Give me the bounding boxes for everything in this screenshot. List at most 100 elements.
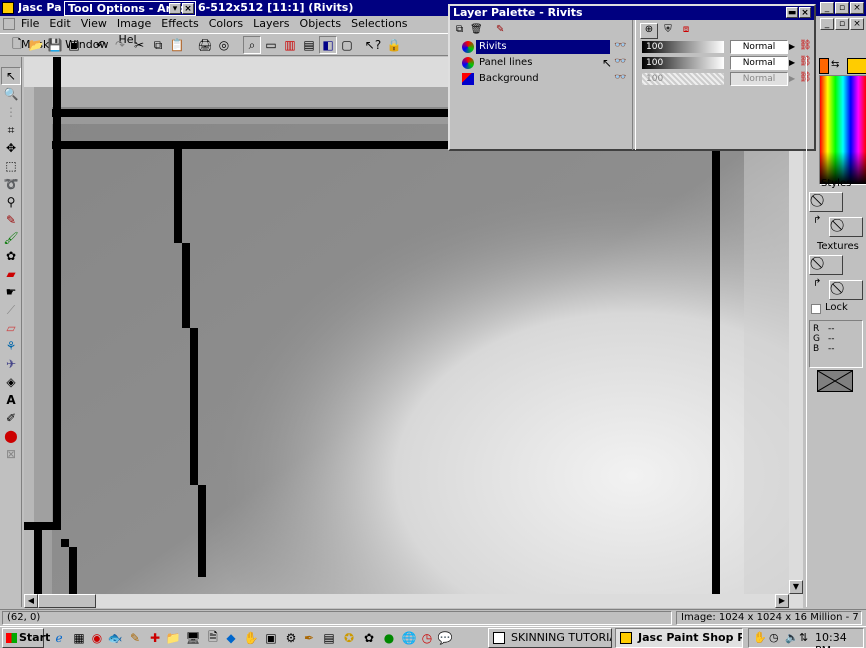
foreground-texture-button[interactable]: ⃠: [809, 255, 843, 275]
layer-visibility-icon[interactable]: 👓: [614, 56, 626, 67]
minimize-button[interactable]: _: [820, 2, 834, 14]
full-screen-icon[interactable]: 🔒: [385, 36, 403, 54]
picture-tube-tool-icon[interactable]: ⚘: [1, 337, 21, 355]
toggle-toolbar-icon[interactable]: ▭: [262, 36, 280, 54]
tab-mask[interactable]: ⛨: [660, 24, 676, 38]
layer-blend-mode[interactable]: Normal: [730, 56, 788, 70]
cut-icon[interactable]: ✂: [130, 36, 148, 54]
quicklaunch-frog-icon[interactable]: ●: [380, 629, 398, 647]
swap-colors-icon[interactable]: ⇆: [831, 59, 845, 70]
toggle-overview-icon[interactable]: ▢: [338, 36, 356, 54]
tool-options-close-button[interactable]: ×: [182, 3, 194, 14]
magic-wand-tool-icon[interactable]: ⚲: [1, 193, 21, 211]
clock[interactable]: 10:34 PM: [815, 631, 863, 648]
quicklaunch-globe-icon[interactable]: 🌐: [400, 629, 418, 647]
save-icon[interactable]: 💾: [46, 36, 64, 54]
task-paint-shop-pro[interactable]: Jasc Paint Shop Pr...: [615, 628, 743, 648]
preset-shapes-tool-icon[interactable]: ⬤: [1, 427, 21, 445]
horizontal-scrollbar[interactable]: ◀ ▶: [24, 594, 803, 608]
layer-palette-close-button[interactable]: ×: [799, 7, 811, 18]
dropper-tool-icon[interactable]: ✎: [1, 211, 21, 229]
paintbrush-tool-icon[interactable]: 🖌: [1, 229, 21, 247]
quicklaunch-chat-icon[interactable]: 💬: [436, 629, 454, 647]
quicklaunch-box-icon[interactable]: ▤: [320, 629, 338, 647]
quicklaunch-diamond-icon[interactable]: ◆: [222, 629, 240, 647]
doc-minimize-button[interactable]: _: [820, 18, 834, 30]
quicklaunch-desktop-icon[interactable]: ▦: [70, 629, 88, 647]
retouch-tool-icon[interactable]: ☛: [1, 283, 21, 301]
layer-name[interactable]: Background: [476, 72, 610, 86]
layer-name[interactable]: Rivits: [476, 40, 610, 54]
quicklaunch-ie-icon[interactable]: ℯ: [50, 629, 68, 647]
doc-close-button[interactable]: ×: [850, 18, 864, 30]
blend-dropdown-arrow-icon[interactable]: ▶: [789, 56, 797, 70]
tray-network-icon[interactable]: ⇅: [799, 631, 808, 644]
menu-layers[interactable]: Layers: [248, 16, 294, 32]
menu-colors[interactable]: Colors: [204, 16, 248, 32]
layer-row[interactable]: Rivits 👓 100 Normal ▶ ⛓: [454, 40, 812, 55]
foreground-swatch[interactable]: [819, 58, 829, 74]
layer-visibility-icon[interactable]: 👓: [614, 72, 626, 83]
clone-brush-tool-icon[interactable]: ✿: [1, 247, 21, 265]
selection-tool-icon[interactable]: ⬚: [1, 157, 21, 175]
menu-selections[interactable]: Selections: [346, 16, 412, 32]
arrow-tool-icon[interactable]: ↖: [1, 67, 21, 85]
quicklaunch-folder-icon[interactable]: 📁: [164, 629, 182, 647]
lasso-tool-icon[interactable]: ➰: [1, 175, 21, 193]
scroll-left-button[interactable]: ◀: [24, 594, 38, 608]
quicklaunch-pen-icon[interactable]: ✒: [300, 629, 318, 647]
tool-options-rollup-button[interactable]: ▾: [169, 3, 181, 14]
zoom-tool-icon[interactable]: 🔍: [1, 85, 21, 103]
new-layer-icon[interactable]: ⧉: [456, 24, 468, 36]
layer-visibility-icon[interactable]: 👓: [614, 40, 626, 51]
blend-dropdown-arrow-icon[interactable]: ▶: [789, 40, 797, 54]
quicklaunch-gear-icon[interactable]: ⚙: [282, 629, 300, 647]
start-button[interactable]: Start: [2, 628, 50, 648]
quicklaunch-hand-icon[interactable]: ✋: [242, 629, 260, 647]
quicklaunch-monitor-icon[interactable]: ▣: [262, 629, 280, 647]
swap-textures-icon[interactable]: ↱: [813, 278, 821, 289]
tool-options-titlebar[interactable]: Tool Options - Arrow ▾ ×: [64, 1, 196, 16]
background-texture-button[interactable]: ⃠: [829, 280, 863, 300]
tab-group[interactable]: ⧈: [678, 24, 694, 38]
layer-blend-mode[interactable]: Normal: [730, 40, 788, 54]
tray-clock-icon[interactable]: ◷: [769, 631, 779, 644]
help-pointer-icon[interactable]: ↖?: [364, 36, 382, 54]
layer-palette-rollup-button[interactable]: ▬: [786, 7, 798, 18]
quicklaunch-star-icon[interactable]: ✪: [340, 629, 358, 647]
quicklaunch-fish-icon[interactable]: 🐟: [106, 629, 124, 647]
browse-icon[interactable]: ◎: [215, 36, 233, 54]
menu-view[interactable]: View: [76, 16, 112, 32]
save-as-icon[interactable]: ▣: [65, 36, 83, 54]
text-tool-icon[interactable]: A: [1, 391, 21, 409]
layer-properties-icon[interactable]: ✎: [496, 24, 508, 36]
scratch-remover-tool-icon[interactable]: ⟋: [1, 301, 21, 319]
draw-tool-icon[interactable]: ✐: [1, 409, 21, 427]
scroll-right-button[interactable]: ▶: [775, 594, 789, 608]
tray-volume-icon[interactable]: 🔈: [785, 631, 799, 644]
toggle-tool-options-icon[interactable]: ⌕: [243, 36, 261, 54]
paste-icon[interactable]: 📋: [168, 36, 186, 54]
menu-image[interactable]: Image: [112, 16, 156, 32]
quicklaunch-computer-icon[interactable]: 🖥: [184, 629, 202, 647]
layer-lock-icon[interactable]: ⛓: [799, 40, 812, 54]
quicklaunch-paint-icon[interactable]: ✿: [360, 629, 378, 647]
open-file-icon[interactable]: 📂: [27, 36, 45, 54]
quicklaunch-clock-icon[interactable]: ◷: [418, 629, 436, 647]
quicklaunch-pin-icon[interactable]: ✎: [126, 629, 144, 647]
print-icon[interactable]: 🖨: [196, 36, 214, 54]
quicklaunch-cross-icon[interactable]: ✚: [146, 629, 164, 647]
airbrush-tool-icon[interactable]: ✈: [1, 355, 21, 373]
task-skinning-tutorial[interactable]: SKINNING TUTORIAL ...: [488, 628, 612, 648]
layer-name[interactable]: Panel lines: [476, 56, 610, 70]
close-button[interactable]: ×: [850, 2, 864, 14]
flood-fill-tool-icon[interactable]: ◈: [1, 373, 21, 391]
menu-file[interactable]: File: [16, 16, 44, 32]
color-replacer-tool-icon[interactable]: ▰: [1, 265, 21, 283]
background-swatch[interactable]: [847, 58, 866, 74]
quicklaunch-app-icon[interactable]: ◉: [88, 629, 106, 647]
background-style-button[interactable]: ⃠: [829, 217, 863, 237]
toggle-color-palette-icon[interactable]: ▥: [281, 36, 299, 54]
menu-objects[interactable]: Objects: [295, 16, 347, 32]
scroll-thumb[interactable]: [38, 594, 96, 608]
